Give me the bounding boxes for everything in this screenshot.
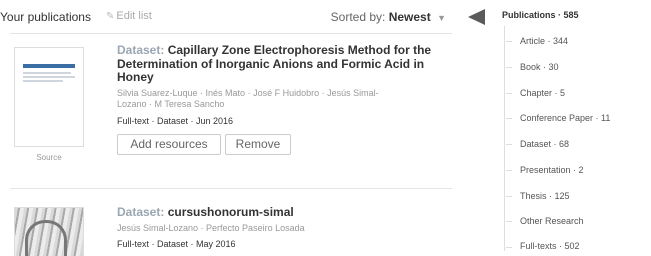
sidebar-tick — [506, 247, 512, 248]
sort-label: Sorted by: — [330, 10, 386, 24]
thumbnail-header — [23, 64, 75, 68]
authors-line1[interactable]: Silvia Suarez-Luque · Inés Mato · José F… — [117, 88, 379, 98]
triangle-left-icon[interactable] — [468, 9, 485, 25]
publication-title[interactable]: Dataset: Capillary Zone Electrophoresis … — [117, 43, 447, 85]
add-resources-button[interactable]: Add resources — [117, 133, 221, 155]
sidebar-item-conference-paper[interactable]: Conference Paper · 11 — [520, 113, 610, 123]
publication-title-line2: Determination of Inorganic Anions and Fo… — [117, 56, 425, 71]
sidebar-tree-line — [504, 26, 505, 251]
sidebar-title[interactable]: Publications · 585 — [502, 10, 579, 20]
caret-down-icon: ▼ — [437, 13, 446, 23]
publication-thumbnail[interactable] — [14, 47, 84, 147]
sidebar-item-article[interactable]: Article · 344 — [520, 36, 568, 46]
publication-authors: Silvia Suarez-Luque · Inés Mato · José F… — [117, 88, 447, 111]
sidebar-item-dataset[interactable]: Dataset · 68 — [520, 139, 569, 149]
publication-body: Dataset: Capillary Zone Electrophoresis … — [117, 43, 447, 155]
sidebar-item-other-research[interactable]: Other Research — [520, 216, 584, 226]
publication-meta: Full-text · Dataset · May 2016 — [117, 239, 236, 249]
publication-authors: Jesús Simal-Lozano · Perfecto Paseiro Lo… — [117, 223, 447, 235]
sidebar-item-chapter[interactable]: Chapter · 5 — [520, 88, 565, 98]
publications-header-title: Your publications — [0, 10, 91, 24]
divider — [10, 188, 452, 189]
publications-header: Your publications ✎ Edit list Sorted by:… — [0, 10, 456, 28]
authors-line2[interactable]: Lozano · M Teresa Sancho — [117, 99, 224, 109]
sort-value: Newest — [388, 10, 431, 24]
sidebar-tick — [506, 93, 512, 94]
sidebar-tick — [506, 67, 512, 68]
publication-actions: Add resources Remove — [117, 133, 447, 155]
sidebar-item-book[interactable]: Book · 30 — [520, 62, 559, 72]
publication-title-line1: Capillary Zone Electrophoresis Method fo… — [167, 43, 432, 57]
thumbnail-line — [23, 80, 63, 82]
authors-line1[interactable]: Jesús Simal-Lozano · Perfecto Paseiro Lo… — [117, 223, 305, 233]
publication-title[interactable]: Dataset: cursushonorum-simal — [117, 205, 447, 220]
publication-title-line3: Honey — [117, 70, 154, 84]
sidebar-tick — [506, 196, 512, 197]
publication-type: Dataset: — [117, 43, 165, 57]
sidebar-item-presentation[interactable]: Presentation · 2 — [520, 165, 584, 175]
edit-list-label: Edit list — [116, 10, 152, 22]
thumbnail-photo — [15, 208, 83, 256]
pencil-icon: ✎ — [106, 10, 115, 22]
publication-body: Dataset: cursushonorum-simal Jesús Simal… — [117, 205, 447, 249]
sidebar-tick — [506, 221, 512, 222]
publication-meta: Full-text · Dataset · Jun 2016 — [117, 115, 234, 126]
sidebar-item-thesis[interactable]: Thesis · 125 — [520, 191, 570, 201]
publications-main: Your publications ✎ Edit list Sorted by:… — [0, 0, 456, 256]
sidebar-tick — [506, 41, 512, 42]
thumbnail-caption: Source — [36, 153, 62, 162]
sidebar-item-full-texts[interactable]: Full-texts · 502 — [520, 241, 580, 251]
sidebar-tick — [506, 144, 512, 145]
publication-type: Dataset: — [117, 205, 165, 219]
remove-button[interactable]: Remove — [225, 133, 291, 155]
thumbnail-line — [23, 72, 71, 74]
sort-dropdown[interactable]: Sorted by: Newest ▼ — [331, 10, 446, 24]
publication-title-line1: cursushonorum-simal — [167, 205, 294, 219]
sidebar-tick — [506, 118, 512, 119]
divider — [10, 33, 452, 34]
sidebar-tick — [506, 170, 512, 171]
thumbnail-line — [23, 76, 75, 78]
publications-sidebar: Publications · 585 Article · 344 Book · … — [468, 0, 651, 256]
publication-thumbnail[interactable] — [14, 207, 84, 256]
edit-list-link[interactable]: ✎ Edit list — [106, 10, 152, 22]
